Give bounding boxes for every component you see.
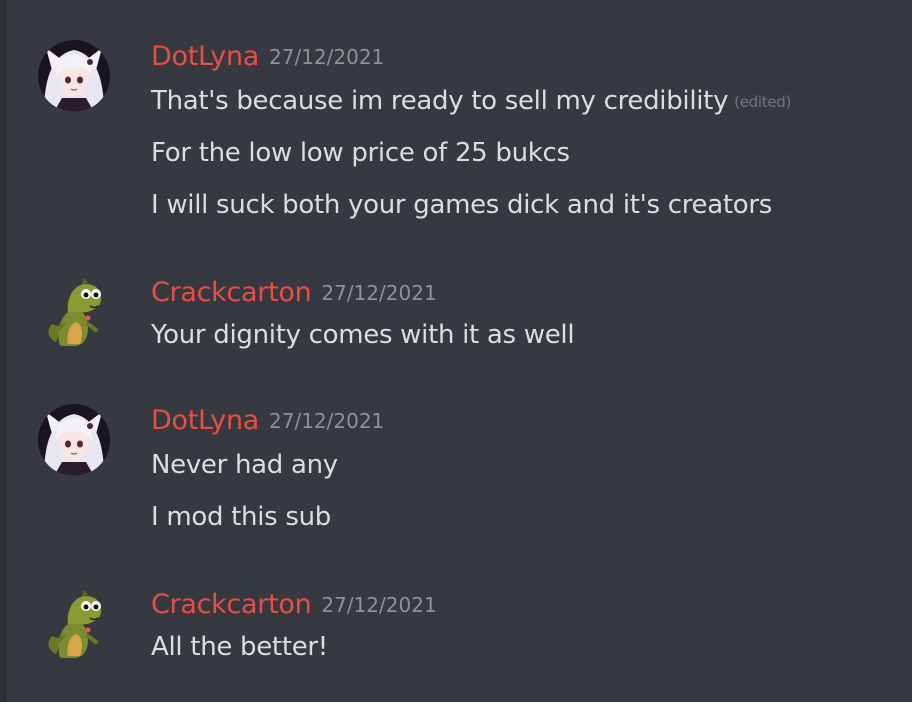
username[interactable]: DotLyna: [151, 405, 259, 436]
message-header: DotLyna 27/12/2021: [151, 404, 384, 438]
message-text: That's because im ready to sell my credi…: [151, 86, 729, 116]
timestamp[interactable]: 27/12/2021: [269, 45, 384, 69]
left-edge-strip: [0, 0, 7, 702]
message-line: I will suck both your games dick and it'…: [151, 188, 772, 222]
username[interactable]: DotLyna: [151, 41, 259, 72]
message-text: All the better!: [151, 632, 328, 662]
message-text: I mod this sub: [151, 502, 331, 532]
timestamp[interactable]: 27/12/2021: [321, 593, 436, 617]
message-line: Never had any: [151, 448, 338, 482]
message-line: That's because im ready to sell my credi…: [151, 84, 791, 118]
message-header: DotLyna 27/12/2021: [151, 40, 384, 74]
username[interactable]: Crackcarton: [151, 589, 312, 620]
message-text: Never had any: [151, 450, 338, 480]
green-dinosaur-avatar-icon[interactable]: [38, 588, 110, 660]
green-dinosaur-avatar-icon[interactable]: [38, 276, 110, 348]
anime-girl-avatar-icon[interactable]: [38, 40, 110, 112]
message-line: For the low low price of 25 bukcs: [151, 136, 570, 170]
edited-label: (edited): [734, 93, 792, 111]
message-header: Crackcarton 27/12/2021: [151, 588, 437, 622]
message-text: Your dignity comes with it as well: [151, 320, 575, 350]
message-text: I will suck both your games dick and it'…: [151, 190, 772, 220]
message-line: I mod this sub: [151, 500, 331, 534]
message-line: Your dignity comes with it as well: [151, 318, 575, 352]
anime-girl-avatar-icon[interactable]: [38, 404, 110, 476]
message-line: All the better!: [151, 630, 328, 664]
message-text: For the low low price of 25 bukcs: [151, 138, 570, 168]
message-header: Crackcarton 27/12/2021: [151, 276, 437, 310]
username[interactable]: Crackcarton: [151, 277, 312, 308]
timestamp[interactable]: 27/12/2021: [321, 281, 436, 305]
timestamp[interactable]: 27/12/2021: [269, 409, 384, 433]
